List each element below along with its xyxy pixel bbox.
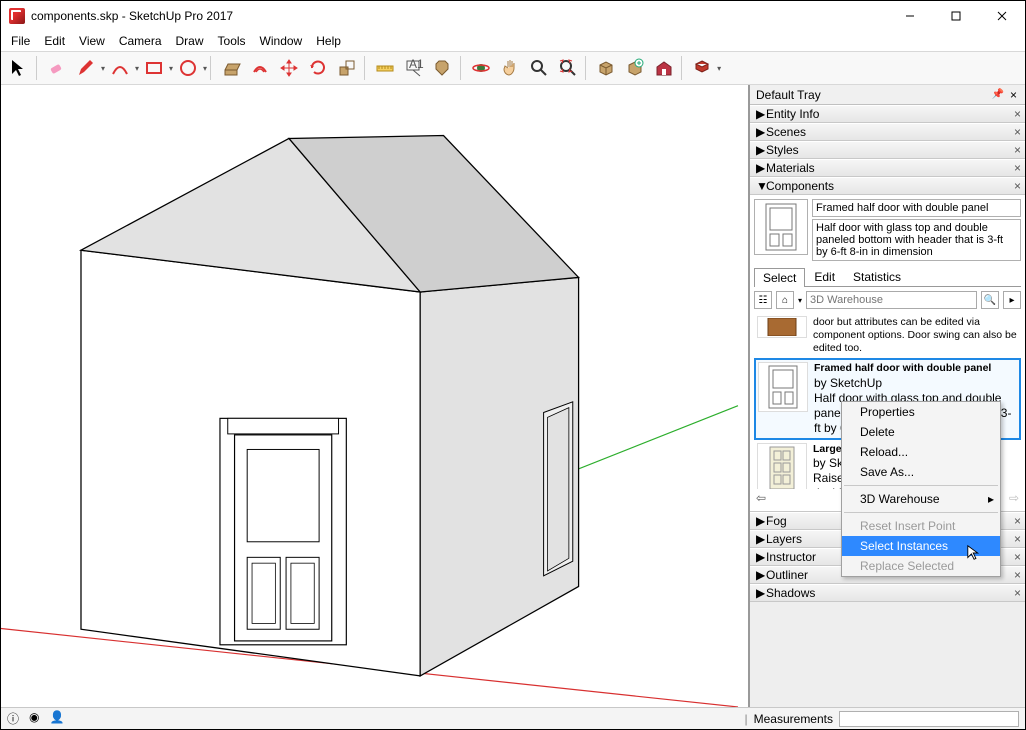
context-reset-insert: Reset Insert Point (842, 516, 1000, 536)
zoom-icon[interactable] (525, 54, 553, 82)
tab-select[interactable]: Select (754, 268, 805, 287)
cursor-icon (966, 544, 984, 562)
nav-back-icon[interactable]: ⇦ (756, 491, 766, 505)
pan-icon[interactable] (496, 54, 524, 82)
move-icon[interactable] (275, 54, 303, 82)
tab-edit[interactable]: Edit (805, 267, 844, 286)
window-title: components.skp - SketchUp Pro 2017 (31, 9, 887, 23)
panel-scenes[interactable]: ▶Scenes× (750, 123, 1025, 141)
tray-title[interactable]: Default Tray 📌 × (750, 85, 1025, 105)
panel-close-icon[interactable]: × (1014, 107, 1021, 121)
send-warehouse-icon[interactable] (650, 54, 678, 82)
app-icon (9, 8, 25, 24)
arc-icon[interactable] (106, 54, 134, 82)
extension-icon[interactable] (688, 54, 716, 82)
profile-icon[interactable]: 👤 (50, 710, 65, 727)
svg-text:A1: A1 (409, 58, 424, 71)
submenu-arrow-icon: ▸ (988, 492, 994, 506)
viewport-3d[interactable] (1, 85, 749, 707)
warehouse-icon[interactable] (621, 54, 649, 82)
menu-edit[interactable]: Edit (38, 32, 71, 50)
help-icon[interactable]: ⓘ (7, 710, 19, 727)
component-name-input[interactable] (812, 199, 1021, 217)
menu-tools[interactable]: Tools (212, 32, 252, 50)
default-tray: Default Tray 📌 × ▶Entity Info× ▶Scenes× … (749, 85, 1025, 707)
tab-statistics[interactable]: Statistics (844, 267, 910, 286)
menu-bar: File Edit View Camera Draw Tools Window … (1, 31, 1025, 51)
component-item-title: Framed half door with double panel (814, 362, 991, 374)
nav-fwd-icon[interactable]: ⇨ (1009, 491, 1019, 505)
component-item-title: Large (813, 443, 842, 455)
close-button[interactable] (979, 1, 1025, 31)
menu-draw[interactable]: Draw (170, 32, 210, 50)
eraser-icon[interactable] (43, 54, 71, 82)
measurements-input[interactable] (839, 711, 1019, 727)
details-toggle-icon[interactable]: ▸ (1003, 291, 1021, 309)
app-window: components.skp - SketchUp Pro 2017 File … (0, 0, 1026, 730)
tape-icon[interactable] (371, 54, 399, 82)
toolbar: ▾ ▾ ▾ ▾ A1 ▾ (1, 51, 1025, 85)
panel-materials[interactable]: ▶Materials× (750, 159, 1025, 177)
search-button-icon[interactable]: 🔍 (981, 291, 999, 309)
titlebar: components.skp - SketchUp Pro 2017 (1, 1, 1025, 31)
rotate-icon[interactable] (304, 54, 332, 82)
component-thumbnail (754, 199, 808, 255)
tray-close-icon[interactable]: × (1008, 88, 1019, 102)
menu-camera[interactable]: Camera (113, 32, 168, 50)
offset-icon[interactable] (246, 54, 274, 82)
tray-title-label: Default Tray (756, 88, 821, 102)
scale-icon[interactable] (333, 54, 361, 82)
context-reload[interactable]: Reload... (842, 442, 1000, 462)
pin-icon[interactable]: 📌 (988, 89, 1008, 100)
model-canvas[interactable] (1, 85, 748, 707)
body: Default Tray 📌 × ▶Entity Info× ▶Scenes× … (1, 85, 1025, 707)
panel-components[interactable]: ▼Components× (750, 177, 1025, 195)
menu-file[interactable]: File (5, 32, 36, 50)
component-icon[interactable] (592, 54, 620, 82)
minimize-button[interactable] (887, 1, 933, 31)
rectangle-icon[interactable] (140, 54, 168, 82)
select-tool-icon[interactable] (5, 54, 33, 82)
component-tabs: Select Edit Statistics (754, 267, 1021, 287)
maximize-button[interactable] (933, 1, 979, 31)
paint-icon[interactable] (429, 54, 457, 82)
home-icon[interactable]: ⌂ (776, 291, 794, 309)
panel-shadows[interactable]: ▶Shadows× (750, 584, 1025, 602)
component-item-desc: door but attributes can be edited via co… (813, 316, 1018, 355)
status-bar: ⓘ ◉ 👤 | Measurements (1, 707, 1025, 729)
orbit-icon[interactable] (467, 54, 495, 82)
context-save-as[interactable]: Save As... (842, 462, 1000, 482)
panel-entity-info[interactable]: ▶Entity Info× (750, 105, 1025, 123)
pencil-icon[interactable] (72, 54, 100, 82)
component-item-author: by SketchUp (814, 376, 882, 390)
context-3d-warehouse[interactable]: 3D Warehouse▸ (842, 489, 1000, 509)
pushpull-icon[interactable] (217, 54, 245, 82)
menu-view[interactable]: View (73, 32, 111, 50)
search-input[interactable] (806, 291, 977, 309)
text-icon[interactable]: A1 (400, 54, 428, 82)
menu-help[interactable]: Help (310, 32, 347, 50)
window-controls (887, 1, 1025, 31)
context-delete[interactable]: Delete (842, 422, 1000, 442)
panel-styles[interactable]: ▶Styles× (750, 141, 1025, 159)
component-item[interactable]: door but attributes can be edited via co… (754, 313, 1021, 358)
context-properties[interactable]: Properties (842, 402, 1000, 422)
menu-window[interactable]: Window (254, 32, 309, 50)
circle-icon[interactable] (174, 54, 202, 82)
zoom-extents-icon[interactable] (554, 54, 582, 82)
person-icon[interactable]: ◉ (29, 710, 39, 727)
measurements-label: Measurements (754, 712, 833, 726)
component-desc-input[interactable]: Half door with glass top and double pane… (812, 219, 1021, 261)
view-mode-icon[interactable]: ☷ (754, 291, 772, 309)
